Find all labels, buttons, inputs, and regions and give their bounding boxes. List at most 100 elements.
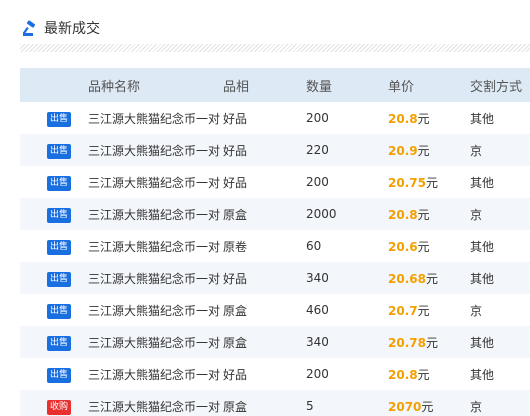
product-name[interactable]: 三江源大熊猫纪念币一对 (88, 294, 223, 326)
delivery-cell: 其他 (470, 367, 495, 382)
buy-badge: 收购 (47, 399, 72, 415)
price-cell: 20.8元 (388, 102, 470, 134)
delivery-cell: 京 (470, 390, 530, 416)
latest-deals-panel: 最新成交 品种名称 品相 数量 单价 交割方式 出售 三江源大熊猫纪念币一对 好… (0, 0, 530, 416)
quantity-cell: 460 (306, 303, 329, 317)
delivery-cell: 其他 (470, 111, 495, 126)
quantity-cell: 340 (306, 262, 388, 294)
quality-cell: 原卷 (223, 239, 248, 254)
price-cell: 20.75元 (388, 166, 470, 198)
table-row[interactable]: 收购 三江源大熊猫纪念币一对 原盒 5 2070元 京 (20, 390, 530, 416)
product-name[interactable]: 三江源大熊猫纪念币一对 (88, 166, 223, 198)
column-header-quantity: 数量 (306, 68, 388, 102)
table-row[interactable]: 出售 三江源大熊猫纪念币一对 好品 200 20.8元 其他 (20, 358, 530, 390)
price-value: 20.75 (388, 175, 426, 190)
sell-badge: 出售 (47, 207, 72, 223)
auction-hammer-icon (22, 20, 36, 36)
product-name[interactable]: 三江源大熊猫纪念币一对 (88, 134, 223, 166)
sell-badge: 出售 (47, 143, 72, 159)
price-value: 20.8 (388, 111, 418, 126)
price-unit: 元 (417, 143, 430, 158)
price-cell: 20.9元 (388, 134, 470, 166)
product-name[interactable]: 三江源大熊猫纪念币一对 (88, 262, 223, 294)
quantity-cell: 200 (306, 175, 329, 189)
header-divider (20, 44, 530, 52)
price-value: 20.7 (388, 303, 418, 318)
price-cell: 20.68元 (388, 262, 470, 294)
deals-table: 品种名称 品相 数量 单价 交割方式 出售 三江源大熊猫纪念币一对 好品 200… (20, 68, 530, 416)
sell-badge: 出售 (47, 111, 72, 127)
quantity-cell: 220 (306, 134, 388, 166)
price-unit: 元 (417, 111, 430, 126)
quantity-cell: 60 (306, 239, 322, 253)
quality-cell: 原盒 (223, 303, 248, 318)
sell-badge: 出售 (47, 271, 72, 287)
quality-cell: 好品 (223, 367, 248, 382)
quantity-cell: 200 (306, 367, 329, 381)
table-row[interactable]: 出售 三江源大熊猫纪念币一对 好品 220 20.9元 京 (20, 134, 530, 166)
sell-badge: 出售 (47, 175, 72, 191)
quality-cell: 原盒 (223, 198, 306, 230)
sell-badge: 出售 (47, 335, 72, 351)
column-header-quality: 品相 (223, 68, 306, 102)
quality-cell: 好品 (223, 134, 306, 166)
quality-cell: 原盒 (223, 390, 306, 416)
price-cell: 20.7元 (388, 294, 470, 326)
price-unit: 元 (417, 303, 430, 318)
section-header: 最新成交 (20, 16, 100, 40)
price-unit: 元 (425, 271, 438, 286)
column-header-price: 单价 (388, 68, 470, 102)
price-unit: 元 (417, 239, 430, 254)
sell-badge: 出售 (47, 367, 72, 383)
quantity-cell: 5 (306, 390, 388, 416)
price-cell: 20.8元 (388, 358, 470, 390)
quality-cell: 好品 (223, 175, 248, 190)
column-header-name: 品种名称 (88, 68, 223, 102)
price-value: 20.9 (388, 143, 418, 158)
delivery-cell: 其他 (470, 239, 495, 254)
delivery-cell: 京 (470, 198, 530, 230)
price-cell: 2070元 (388, 390, 470, 416)
product-name[interactable]: 三江源大熊猫纪念币一对 (88, 326, 223, 358)
price-unit: 元 (425, 175, 438, 190)
delivery-cell: 京 (470, 303, 483, 318)
table-row[interactable]: 出售 三江源大熊猫纪念币一对 原盒 2000 20.8元 京 (20, 198, 530, 230)
product-name[interactable]: 三江源大熊猫纪念币一对 (88, 390, 223, 416)
price-value: 2070 (388, 399, 422, 414)
quality-cell: 好品 (223, 111, 248, 126)
price-unit: 元 (417, 207, 430, 222)
price-value: 20.8 (388, 367, 418, 382)
price-value: 20.78 (388, 335, 426, 350)
table-header-row: 品种名称 品相 数量 单价 交割方式 (20, 68, 530, 102)
delivery-cell: 其他 (470, 326, 530, 358)
column-header-delivery: 交割方式 (470, 68, 530, 102)
product-name[interactable]: 三江源大熊猫纪念币一对 (88, 230, 223, 262)
quality-cell: 好品 (223, 262, 306, 294)
price-unit: 元 (421, 399, 434, 414)
price-value: 20.8 (388, 207, 418, 222)
table-row[interactable]: 出售 三江源大熊猫纪念币一对 原盒 460 20.7元 京 (20, 294, 530, 326)
quantity-cell: 200 (306, 111, 329, 125)
quality-cell: 原盒 (223, 326, 306, 358)
section-title: 最新成交 (44, 21, 100, 37)
product-name[interactable]: 三江源大熊猫纪念币一对 (88, 198, 223, 230)
product-name[interactable]: 三江源大熊猫纪念币一对 (88, 358, 223, 390)
delivery-cell: 其他 (470, 175, 495, 190)
price-unit: 元 (417, 367, 430, 382)
table-row[interactable]: 出售 三江源大熊猫纪念币一对 好品 340 20.68元 其他 (20, 262, 530, 294)
column-header-tag (20, 68, 88, 102)
product-name[interactable]: 三江源大熊猫纪念币一对 (88, 102, 223, 134)
delivery-cell: 其他 (470, 262, 530, 294)
table-row[interactable]: 出售 三江源大熊猫纪念币一对 原盒 340 20.78元 其他 (20, 326, 530, 358)
table-row[interactable]: 出售 三江源大熊猫纪念币一对 原卷 60 20.6元 其他 (20, 230, 530, 262)
price-value: 20.6 (388, 239, 418, 254)
quantity-cell: 340 (306, 326, 388, 358)
price-cell: 20.78元 (388, 326, 470, 358)
quantity-cell: 2000 (306, 198, 388, 230)
price-unit: 元 (425, 335, 438, 350)
table-row[interactable]: 出售 三江源大熊猫纪念币一对 好品 200 20.8元 其他 (20, 102, 530, 134)
table-row[interactable]: 出售 三江源大熊猫纪念币一对 好品 200 20.75元 其他 (20, 166, 530, 198)
price-cell: 20.8元 (388, 198, 470, 230)
delivery-cell: 京 (470, 134, 530, 166)
sell-badge: 出售 (47, 303, 72, 319)
